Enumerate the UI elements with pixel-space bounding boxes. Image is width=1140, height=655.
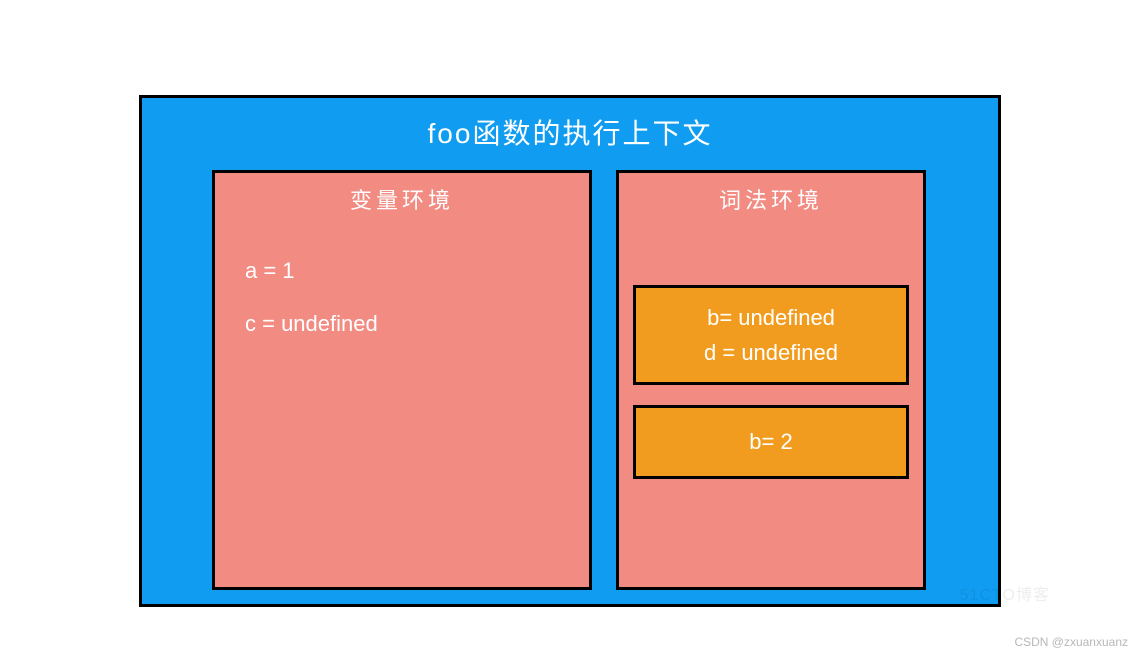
variable-env-title: 变量环境 bbox=[229, 183, 575, 215]
lex-line: d = undefined bbox=[644, 335, 898, 370]
variable-environment-panel: 变量环境 a = 1 c = undefined bbox=[212, 170, 592, 590]
lexical-env-blocks: b= undefined d = undefined b= 2 bbox=[633, 285, 909, 479]
lex-line: b= undefined bbox=[644, 300, 898, 335]
lexical-environment-panel: 词法环境 b= undefined d = undefined b= 2 bbox=[616, 170, 926, 590]
lexical-block: b= undefined d = undefined bbox=[633, 285, 909, 385]
lexical-block: b= 2 bbox=[633, 405, 909, 478]
credit-watermark: CSDN @zxuanxuanz bbox=[1014, 635, 1128, 649]
panels-row: 变量环境 a = 1 c = undefined 词法环境 b= undefin… bbox=[168, 170, 972, 590]
execution-context-box: foo函数的执行上下文 变量环境 a = 1 c = undefined 词法环… bbox=[139, 95, 1001, 607]
lexical-env-title: 词法环境 bbox=[633, 183, 909, 215]
variable-env-content: a = 1 c = undefined bbox=[229, 245, 575, 351]
var-line: a = 1 bbox=[245, 245, 575, 298]
context-title: foo函数的执行上下文 bbox=[168, 112, 972, 152]
faint-watermark: 51CTO博客 bbox=[960, 581, 1050, 605]
lex-line: b= 2 bbox=[644, 424, 898, 459]
var-line: c = undefined bbox=[245, 298, 575, 351]
